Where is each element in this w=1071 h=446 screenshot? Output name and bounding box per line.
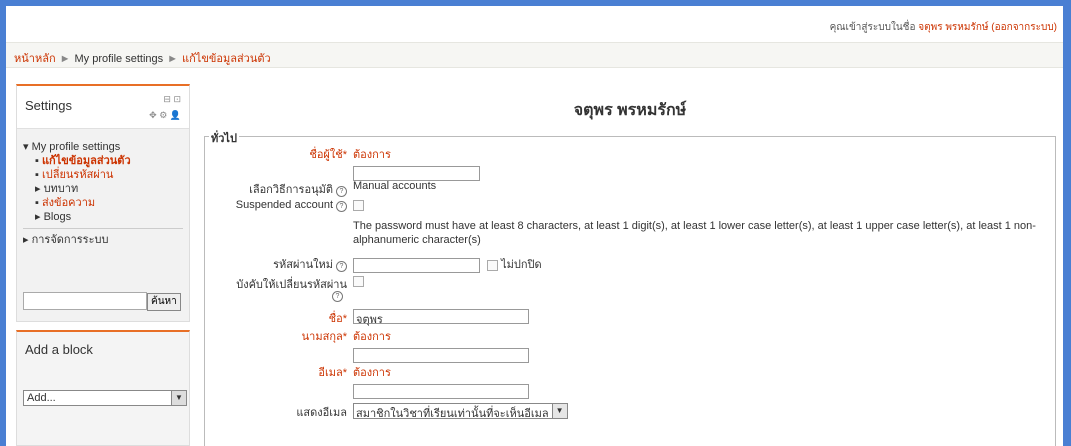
firstname-label: ชื่อ* [328,313,347,325]
gear-icon[interactable]: ⚙ [159,110,167,120]
lastname-required: ต้องการ [353,331,391,343]
email-control: ต้องการ [353,363,529,399]
email-required: ต้องการ [353,367,391,379]
showemail-control: สมาชิกในวิชาที่เรียนเท่านั้นที่จะเห็นอีเ… [353,403,568,420]
tree-label: My profile settings [31,141,121,153]
newpass-label: รหัสผ่านใหม่? [273,255,347,273]
firstname-input[interactable]: จตุพร [353,309,529,326]
tree-link-change-password[interactable]: เปลี่ยนรหัสผ่าน [42,169,113,181]
block-edit-controls: ✥ ⚙ 👤 [149,110,181,121]
tree-link-edit-profile[interactable]: แก้ไขข้อมูลส่วนตัว [42,155,131,167]
email-label: อีเมล* [318,367,347,379]
tree-item-messages[interactable]: ▪ ส่งข้อความ [23,196,183,210]
tree-item-roles[interactable]: ▸ บทบาท [23,182,183,196]
page-title: จตุพร พรหมรักษ์ [573,102,687,119]
unmask-label: ไม่ปกปิด [501,259,542,271]
lastname-control: ต้องการ [353,327,529,363]
tree-label: บทบาท [43,183,79,195]
settings-block-title: Settings [25,98,72,113]
tree-label: การจัดการระบบ [31,234,109,246]
hide-block-icon[interactable]: ⊟ [163,94,171,104]
lastname-input[interactable] [353,348,529,363]
username-control: ต้องการ [353,145,480,181]
breadcrumb: หน้าหลัก ► My profile settings ► แก้ไขข้อมูล… [6,42,1063,68]
logged-in-prefix: คุณเข้าสู่ระบบในชื่อ [829,22,916,33]
force-change-help: ? [329,289,343,302]
dock-block-icon[interactable]: ⊡ [173,94,181,104]
auth-label: เลือกวิธีการอนุมัติ? [249,180,347,198]
settings-tree: ▾ My profile settings ▪ แก้ไขข้อมูลส่วนต… [23,140,183,247]
fieldset-legend[interactable]: ทั่วไป [209,129,239,147]
help-icon[interactable]: ? [336,201,347,212]
newpass-control: ไม่ปกปิด [353,255,542,273]
assign-roles-icon[interactable]: 👤 [170,110,181,120]
auth-value: Manual accounts [353,180,437,192]
suspended-checkbox-wrap [353,199,364,211]
settings-search-button[interactable]: ค้นหา [147,292,181,311]
tree-item-site-admin[interactable]: ▸ การจัดการระบบ [23,233,183,247]
tree-item-my-profile-settings[interactable]: ▾ My profile settings [23,140,183,154]
username-required: ต้องการ [353,149,391,161]
main-content: จตุพร พรหมรักษ์ ทั่วไป ชื่อผู้ใช้* ต้องก… [204,84,1056,446]
breadcrumb-profile-settings: My profile settings [74,53,164,65]
add-block-select-value: Add... [27,392,56,404]
suspended-label-text: Suspended account [235,199,333,211]
tree-link-messages[interactable]: ส่งข้อความ [42,197,95,209]
help-icon[interactable]: ? [336,186,347,197]
login-info: คุณเข้าสู่ระบบในชื่อ จตุพร พรหมรักษ์ (ออ… [6,6,1063,34]
add-block-select[interactable]: Add... ▼ [23,390,187,406]
new-password-input[interactable] [353,257,480,273]
chevron-down-icon[interactable]: ▼ [551,404,567,418]
page-frame: คุณเข้าสู่ระบบในชื่อ จตุพร พรหมรักษ์ (ออ… [6,6,1063,446]
logout-link[interactable]: (ออกจากระบบ) [991,22,1057,33]
settings-block-header: Settings ⊟ ⊡ ✥ ⚙ 👤 [17,86,189,129]
breadcrumb-separator: ► [167,53,179,65]
add-block-title: Add a block [25,342,93,357]
settings-search-input[interactable] [23,292,147,310]
settings-block: Settings ⊟ ⊡ ✥ ⚙ 👤 ▾ My profile settings… [16,84,190,322]
chevron-down-icon[interactable]: ▼ [171,391,186,405]
force-change-checkbox[interactable] [353,275,364,287]
password-policy-note: The password must have at least 8 charac… [353,220,1036,246]
user-profile-link[interactable]: จตุพร พรหมรักษ์ [918,22,988,33]
showemail-select-value: สมาชิกในวิชาที่เรียนเท่านั้นที่จะเห็นอีเ… [356,408,549,420]
add-block: Add a block Add... ▼ [16,330,190,446]
showemail-select[interactable]: สมาชิกในวิชาที่เรียนเท่านั้นที่จะเห็นอีเ… [353,403,568,420]
newpass-label-text: รหัสผ่านใหม่ [273,259,333,271]
lastname-label: นามสกุล* [301,331,347,343]
divider [23,228,183,229]
unmask-checkbox[interactable] [487,259,499,271]
breadcrumb-separator: ► [59,53,71,65]
help-icon[interactable]: ? [332,291,343,302]
block-controls: ⊟ ⊡ [163,94,181,105]
force-change-checkbox-wrap [353,275,364,287]
auth-label-text: เลือกวิธีการอนุมัติ [249,184,333,196]
move-icon[interactable]: ✥ [149,110,157,120]
suspended-label: Suspended account? [236,199,347,212]
general-fieldset: ทั่วไป ชื่อผู้ใช้* ต้องการ เลือกวิธีการอ… [204,129,1056,446]
showemail-label: แสดงอีเมล [296,407,347,419]
username-input[interactable] [353,166,480,181]
tree-item-edit-profile[interactable]: ▪ แก้ไขข้อมูลส่วนตัว [23,154,183,168]
firstname-control: จตุพร [353,309,529,326]
suspended-checkbox[interactable] [353,199,364,211]
username-label: ชื่อผู้ใช้* [309,149,347,161]
breadcrumb-edit-profile[interactable]: แก้ไขข้อมูลส่วนตัว [182,53,271,65]
tree-item-change-password[interactable]: ▪ เปลี่ยนรหัสผ่าน [23,168,183,182]
help-icon[interactable]: ? [336,261,347,272]
email-input[interactable] [353,384,529,399]
breadcrumb-home[interactable]: หน้าหลัก [14,53,56,65]
tree-label: Blogs [43,211,72,223]
settings-search: ค้นหา [23,292,181,311]
tree-item-blogs[interactable]: ▸ Blogs [23,210,183,224]
